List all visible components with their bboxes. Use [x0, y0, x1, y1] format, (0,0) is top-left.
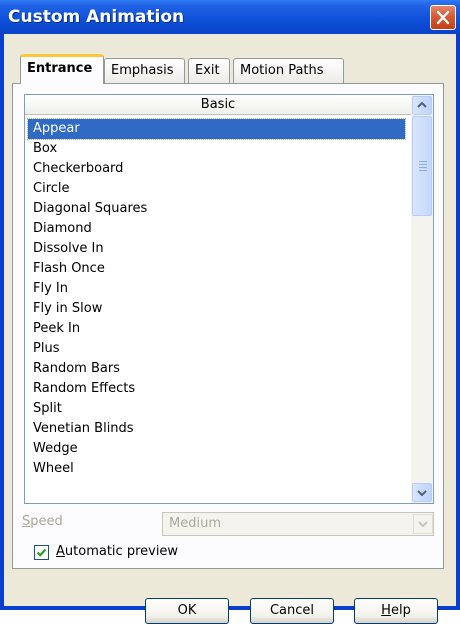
grip-line — [419, 161, 427, 162]
list-item[interactable]: Diamond — [28, 219, 405, 239]
list-item[interactable]: Fly in Slow — [28, 299, 405, 319]
list-item[interactable]: Flash Once — [28, 259, 405, 279]
chevron-up-icon — [417, 101, 427, 108]
list-item[interactable]: Dissolve In — [28, 239, 405, 259]
grip-line — [419, 167, 427, 168]
title-bar[interactable]: Custom Animation — [0, 0, 460, 34]
list-item[interactable]: Wedge — [28, 439, 405, 459]
close-icon — [436, 10, 450, 25]
window-title: Custom Animation — [8, 7, 185, 27]
list-item[interactable]: Venetian Blinds — [28, 419, 405, 439]
automatic-preview-checkbox[interactable] — [34, 545, 49, 560]
automatic-preview-label[interactable]: Automatic preview — [56, 544, 178, 559]
list-item-appear[interactable]: Appear — [27, 118, 406, 140]
ok-button[interactable]: OK — [145, 598, 229, 624]
scroll-up-button[interactable] — [412, 96, 432, 115]
chevron-down-icon — [418, 521, 428, 528]
grip-line — [419, 164, 427, 165]
tab-exit[interactable]: Exit — [188, 58, 230, 83]
speed-dropdown-button[interactable] — [413, 514, 433, 534]
help-button[interactable]: Help — [354, 598, 438, 624]
effects-listbox[interactable]: Basic Appear Box Checkerboard Circle Dia… — [24, 94, 434, 504]
tab-emphasis[interactable]: Emphasis — [104, 58, 185, 83]
dialog-client-area: Entrance Emphasis Exit Motion Paths Basi… — [4, 34, 456, 606]
list-header: Basic — [25, 95, 411, 115]
tab-entrance[interactable]: Entrance — [20, 54, 104, 84]
checkmark-icon — [36, 548, 47, 557]
list-item[interactable]: Random Bars — [28, 359, 405, 379]
effects-list: Appear Box Checkerboard Circle Diagonal … — [25, 115, 411, 503]
dialog-window: Custom Animation Entrance Emphasis Exit … — [0, 0, 460, 624]
tab-motion-paths[interactable]: Motion Paths — [233, 58, 344, 83]
cancel-button[interactable]: Cancel — [250, 598, 334, 624]
list-item[interactable]: Checkerboard — [28, 159, 405, 179]
list-item[interactable]: Circle — [28, 179, 405, 199]
close-button[interactable] — [430, 5, 456, 30]
grip-line — [419, 170, 427, 171]
chevron-down-icon — [417, 490, 427, 497]
list-item[interactable]: Split — [28, 399, 405, 419]
scroll-thumb[interactable] — [412, 116, 432, 216]
speed-select[interactable]: Medium — [162, 512, 434, 536]
list-item[interactable]: Diagonal Squares — [28, 199, 405, 219]
list-item[interactable]: Plus — [28, 339, 405, 359]
speed-label: Speed — [22, 514, 63, 529]
list-item[interactable]: Box — [28, 139, 405, 159]
list-item[interactable]: Peek In — [28, 319, 405, 339]
speed-value: Medium — [169, 516, 221, 531]
list-item[interactable]: Wheel — [28, 459, 405, 479]
vertical-scrollbar[interactable] — [411, 95, 433, 503]
list-item[interactable]: Fly In — [28, 279, 405, 299]
scroll-down-button[interactable] — [412, 483, 432, 502]
list-item[interactable]: Random Effects — [28, 379, 405, 399]
